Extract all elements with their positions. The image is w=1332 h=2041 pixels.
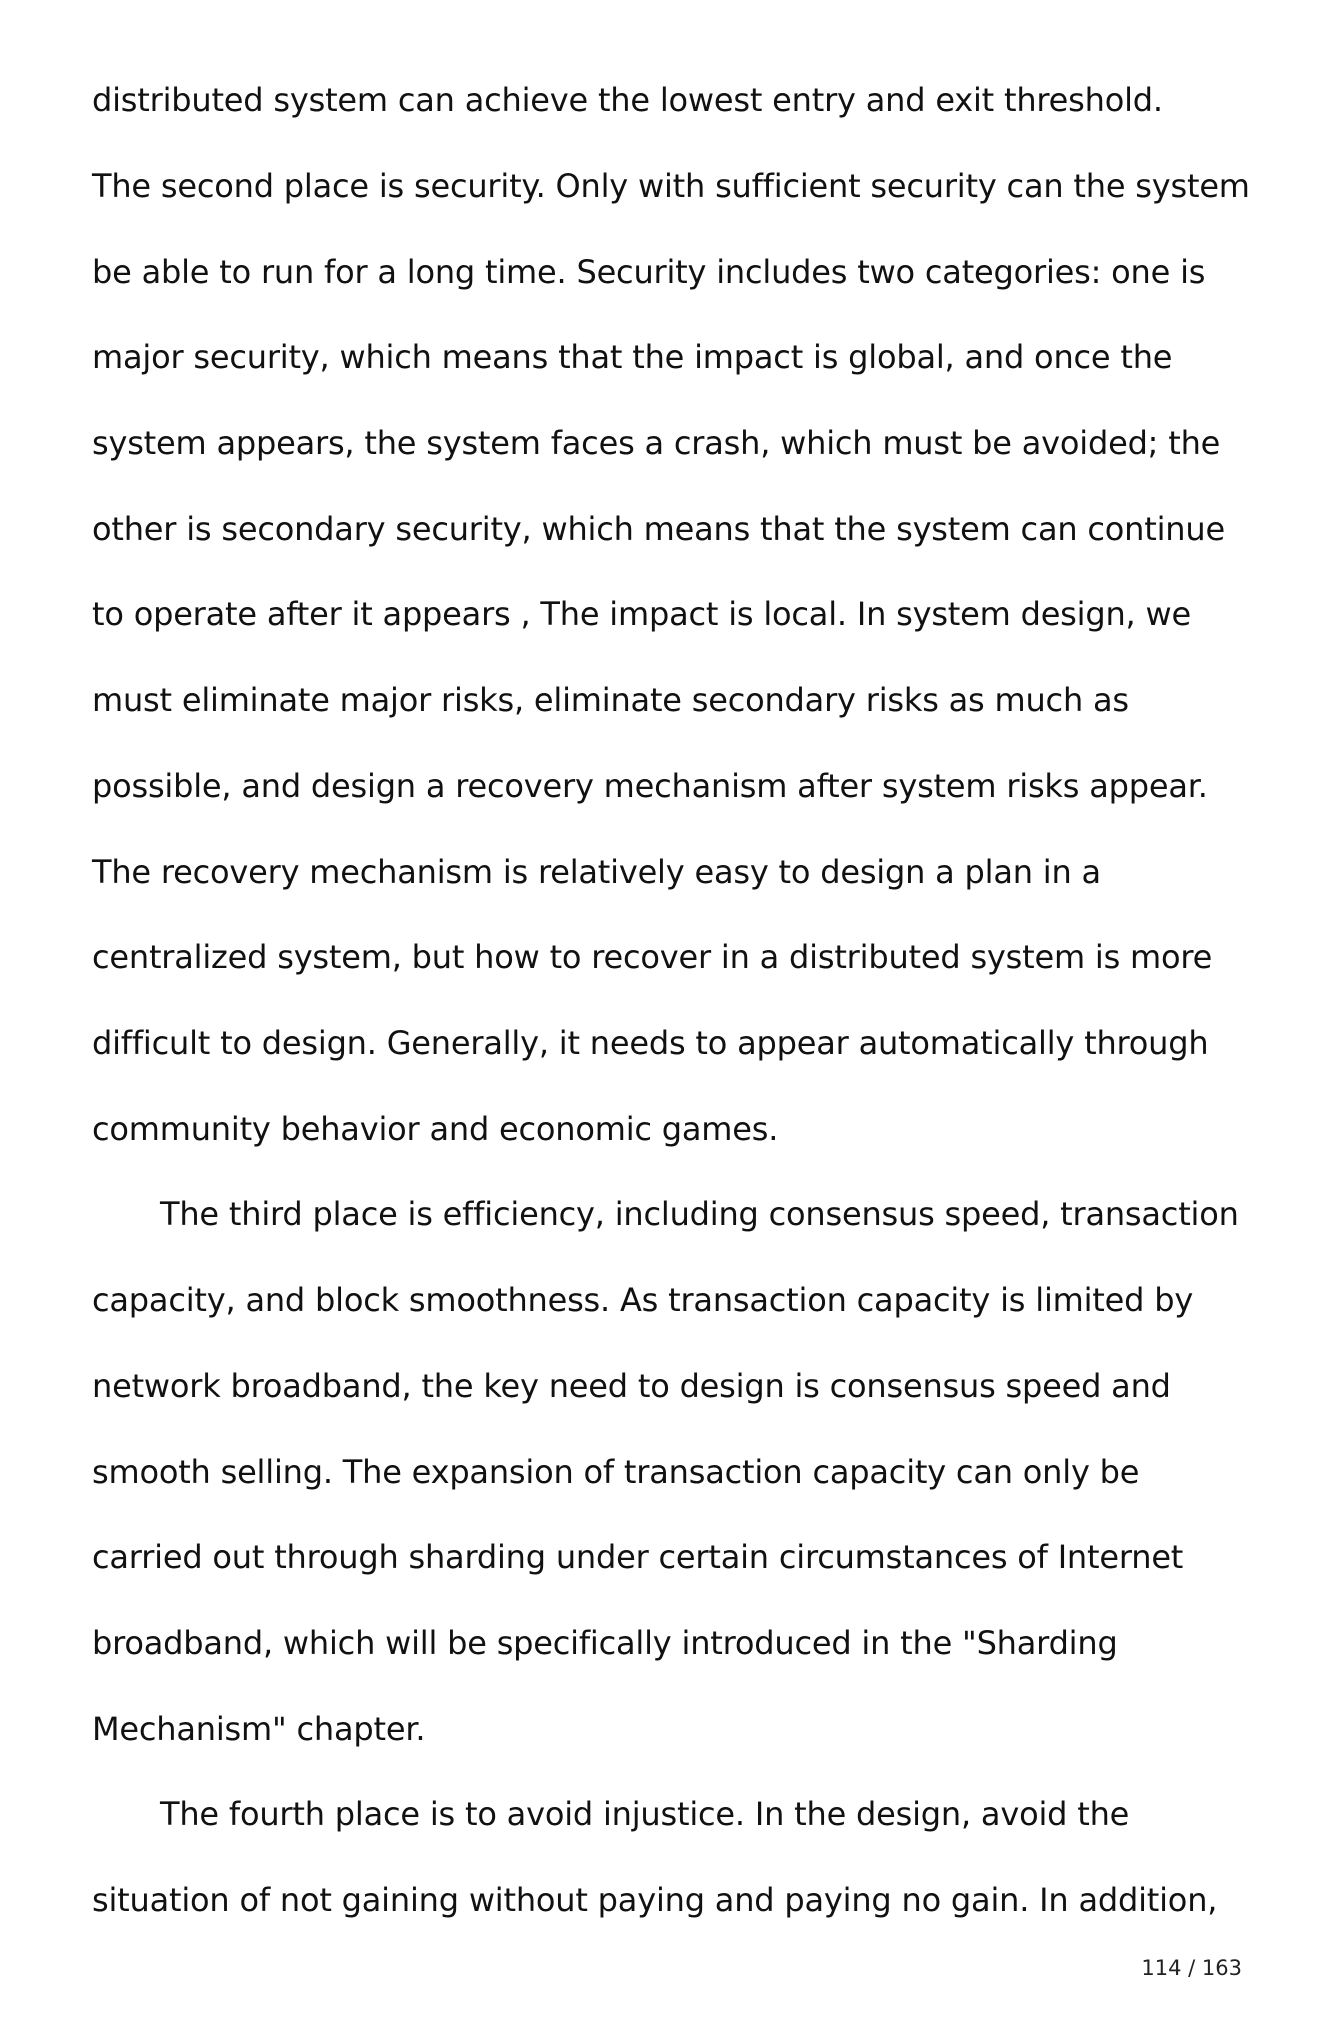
- text-line: The second place is security. Only with …: [92, 167, 1250, 205]
- text-line: smooth selling. The expansion of transac…: [92, 1453, 1140, 1491]
- text-line: other is secondary security, which means…: [92, 510, 1225, 548]
- text-line: major security, which means that the imp…: [92, 338, 1173, 376]
- text-line: network broadband, the key need to desig…: [92, 1367, 1171, 1405]
- text-line: Mechanism" chapter.: [92, 1710, 426, 1748]
- text-line: difficult to design. Generally, it needs…: [92, 1024, 1209, 1062]
- text-line: to operate after it appears , The impact…: [92, 595, 1191, 633]
- text-line: The recovery mechanism is relatively eas…: [92, 853, 1101, 891]
- text-line: broadband, which will be specifically in…: [92, 1624, 1118, 1662]
- text-line: must eliminate major risks, eliminate se…: [92, 681, 1129, 719]
- document-page: distributed system can achieve the lowes…: [0, 0, 1332, 2041]
- text-line: The third place is efficiency, including…: [160, 1195, 1239, 1233]
- text-line: be able to run for a long time. Security…: [92, 253, 1206, 291]
- text-line: community behavior and economic games.: [92, 1110, 779, 1148]
- text-line: centralized system, but how to recover i…: [92, 938, 1213, 976]
- text-line: possible, and design a recovery mechanis…: [92, 767, 1208, 805]
- text-line: situation of not gaining without paying …: [92, 1881, 1218, 1919]
- text-line: The fourth place is to avoid injustice. …: [160, 1795, 1130, 1833]
- page-number: 114 / 163: [1141, 1956, 1242, 1980]
- text-line: system appears, the system faces a crash…: [92, 424, 1221, 462]
- text-line: carried out through sharding under certa…: [92, 1538, 1184, 1576]
- text-line: capacity, and block smoothness. As trans…: [92, 1281, 1194, 1319]
- text-line: distributed system can achieve the lowes…: [92, 81, 1163, 119]
